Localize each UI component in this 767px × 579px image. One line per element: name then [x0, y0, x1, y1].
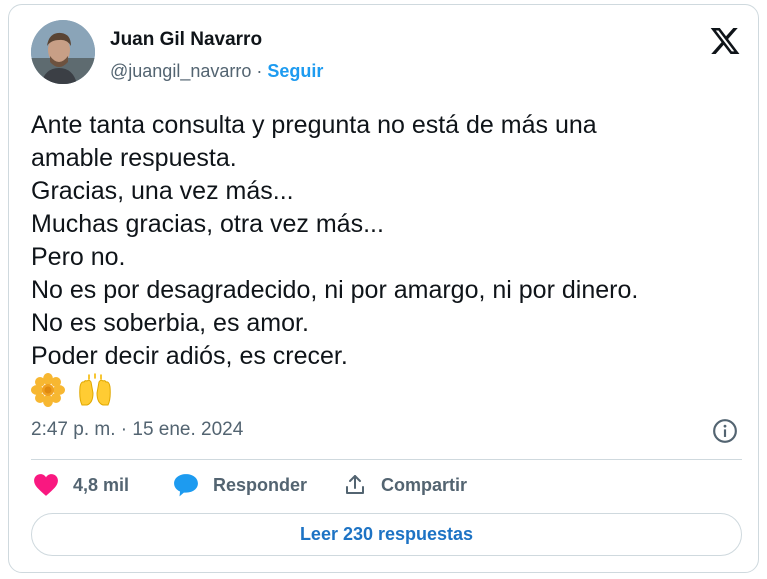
emoji-row: [31, 373, 113, 407]
info-icon[interactable]: [712, 418, 738, 444]
author-name[interactable]: Juan Gil Navarro: [110, 29, 262, 51]
tweet-line: Pero no.: [31, 243, 126, 271]
avatar[interactable]: [31, 20, 95, 84]
tweet-timestamp[interactable]: 2:47 p. m. · 15 ene. 2024: [31, 419, 243, 441]
divider: [31, 459, 742, 460]
tweet-line: No es soberbia, es amor.: [31, 309, 309, 337]
tweet-line: Ante tanta consulta y pregunta no está d…: [31, 111, 597, 139]
author-handle-row: @juangil_navarro · Seguir: [110, 61, 323, 82]
tweet-line: Poder decir adiós, es crecer.: [31, 342, 348, 370]
like-count: 4,8 mil: [73, 474, 130, 495]
tweet-line: Gracias, una vez más...: [31, 177, 294, 205]
blossom-emoji-icon: [31, 373, 65, 407]
x-logo-icon[interactable]: [709, 25, 741, 57]
reply-bubble-icon: [174, 474, 198, 497]
read-replies-button[interactable]: Leer 230 respuestas: [31, 513, 742, 556]
reply-button[interactable]: Responder: [173, 473, 307, 497]
raised-hands-emoji-icon: [79, 373, 111, 406]
author-handle[interactable]: @juangil_navarro: [110, 61, 251, 81]
share-button[interactable]: Compartir: [343, 473, 467, 497]
share-label: Compartir: [381, 474, 468, 495]
follow-button[interactable]: Seguir: [267, 61, 323, 81]
tweet-line: Muchas gracias, otra vez más...: [31, 210, 384, 238]
avatar-photo: [31, 20, 95, 84]
tweet-line: amable respuesta.: [31, 144, 237, 172]
tweet-text: Ante tanta consulta y pregunta no está d…: [31, 109, 731, 373]
reply-label: Responder: [213, 474, 308, 495]
heart-icon: [34, 474, 58, 496]
handle-separator: ·: [251, 61, 268, 81]
tweet-line: No es por desagradecido, ni por amargo, …: [31, 276, 639, 304]
tweet-card: Juan Gil Navarro @juangil_navarro · Segu…: [8, 4, 759, 573]
share-icon: [346, 475, 364, 494]
like-button[interactable]: 4,8 mil: [33, 473, 129, 497]
